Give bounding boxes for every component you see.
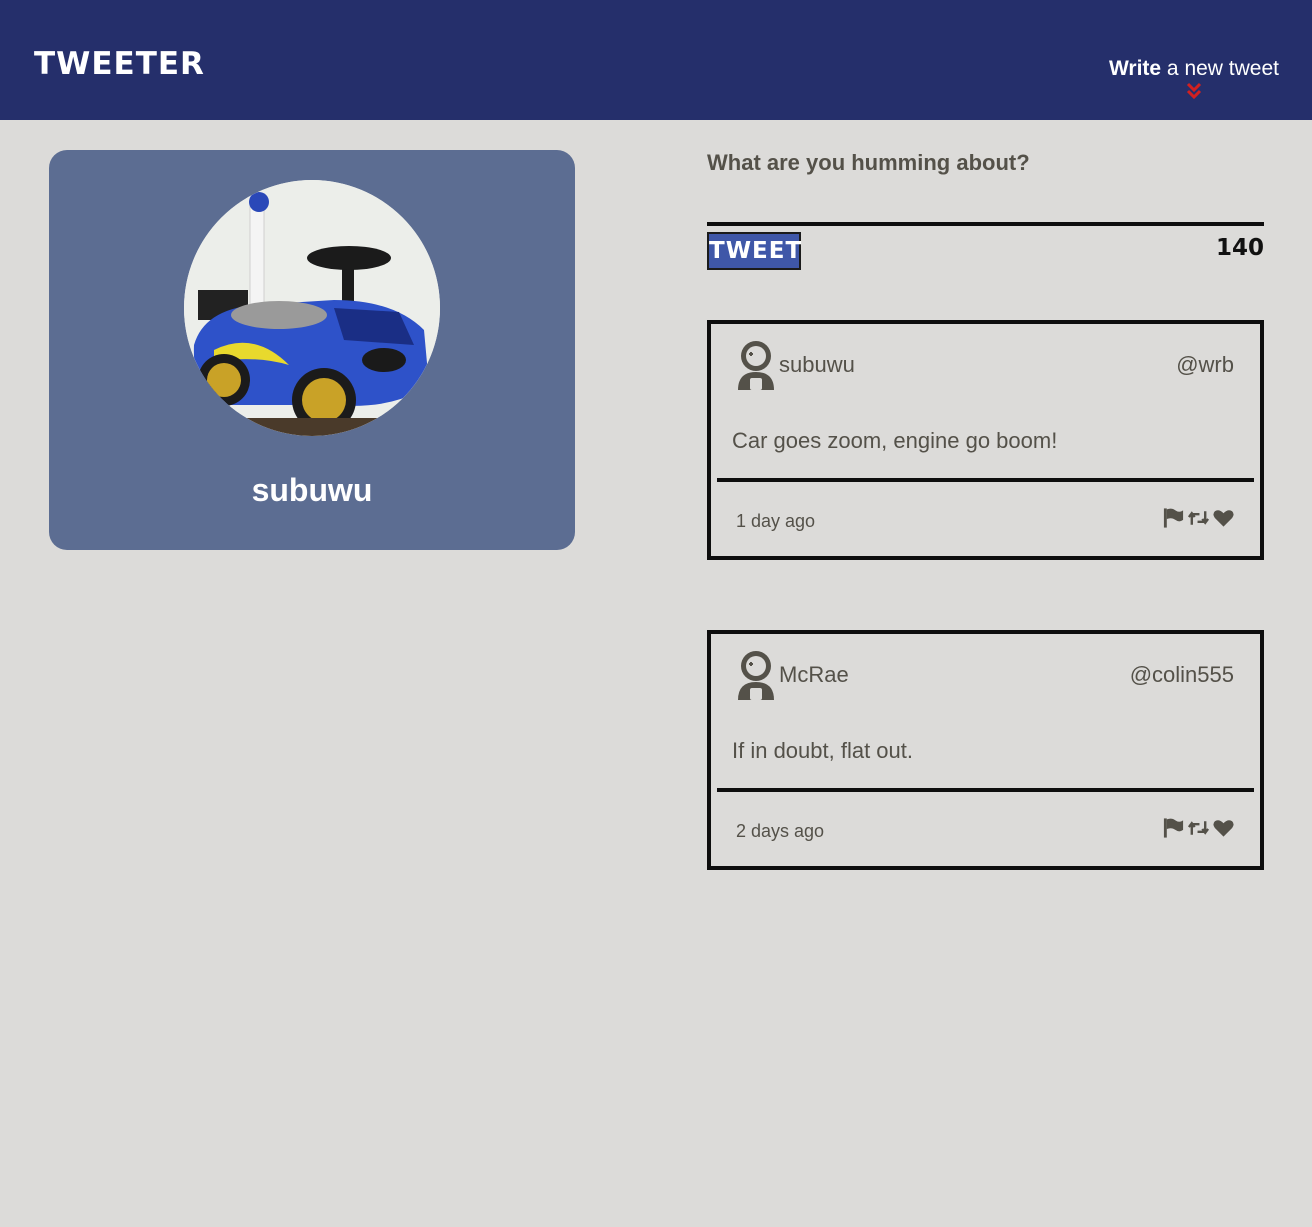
- tweet-card: McRae @colin555 If in doubt, flat out. 2…: [707, 630, 1264, 870]
- tweet-author-name: McRae: [779, 662, 849, 687]
- compose-link-rest: a new tweet: [1161, 57, 1279, 80]
- retweet-icon[interactable]: [1187, 817, 1210, 839]
- flag-icon[interactable]: [1162, 817, 1185, 839]
- navbar: TWEETER Write a new tweet: [0, 0, 1312, 120]
- heart-icon[interactable]: [1212, 507, 1235, 529]
- tweet-author-handle: @wrb: [1176, 352, 1234, 377]
- heart-icon[interactable]: [1212, 817, 1235, 839]
- char-counter: 140: [1215, 235, 1264, 261]
- tweet-card: subuwu @wrb Car goes zoom, engine go boo…: [707, 320, 1264, 560]
- retweet-icon[interactable]: [1187, 507, 1210, 529]
- compose-link-strong: Write: [1108, 57, 1162, 80]
- flag-icon[interactable]: [1162, 507, 1185, 529]
- tweet-timestamp: 1 day ago: [736, 511, 816, 531]
- profile-card: subuwu: [49, 150, 575, 550]
- write-new-tweet-toggle[interactable]: Write a new tweet: [1109, 57, 1279, 101]
- textarea-underline: [707, 222, 1264, 226]
- user-avatar-icon: [738, 651, 774, 700]
- user-avatar-icon: [738, 341, 774, 390]
- tweet-submit-button[interactable]: TWEET: [707, 232, 801, 270]
- profile-name: subuwu: [251, 472, 373, 508]
- tweet-timestamp: 2 days ago: [736, 821, 825, 841]
- tweet-divider: [717, 788, 1254, 792]
- tweet-actions: [1162, 817, 1235, 839]
- tweet-textarea-prompt[interactable]: What are you humming about?: [707, 150, 1030, 176]
- toy-car-image: [184, 180, 440, 436]
- double-chevron-down-icon: [1186, 82, 1202, 100]
- profile-avatar: [184, 180, 440, 436]
- tweet-author-name: subuwu: [779, 352, 855, 377]
- tweet-author-handle: @colin555: [1129, 662, 1234, 687]
- brand-logo[interactable]: TWEETER: [34, 46, 205, 82]
- tweet-content: Car goes zoom, engine go boom!: [732, 428, 1058, 453]
- tweet-actions: [1162, 507, 1235, 529]
- tweet-content: If in doubt, flat out.: [732, 738, 914, 763]
- tweet-divider: [717, 478, 1254, 482]
